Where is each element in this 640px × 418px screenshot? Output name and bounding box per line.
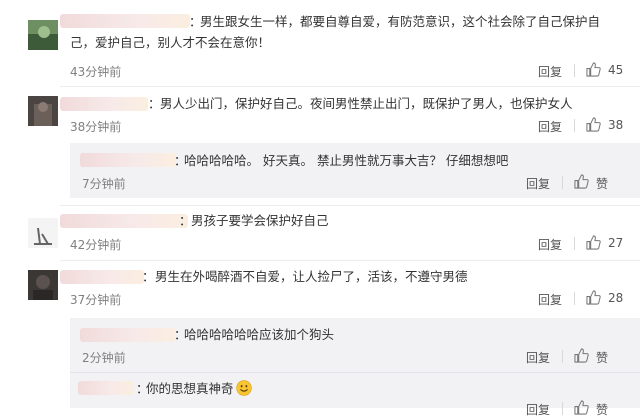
like-count: 27 [608, 236, 624, 250]
divider [60, 205, 640, 206]
comment-time: 37分钟前 [70, 293, 122, 307]
like-label[interactable]: 赞 [596, 175, 608, 192]
reply-text: 哈哈哈哈哈哈应该加个狗头 [184, 327, 335, 342]
separator [562, 176, 563, 189]
thumbs-up-icon[interactable] [574, 174, 589, 189]
reply-button[interactable]: 回复 [538, 63, 562, 80]
comment-text: 男孩子要学会保护好自己 [191, 213, 329, 228]
separator [574, 237, 575, 250]
like-label[interactable]: 赞 [596, 401, 608, 418]
separator [562, 402, 563, 415]
blurred-username[interactable] [60, 97, 148, 111]
blurred-username[interactable] [80, 153, 176, 167]
comment-colon: ： [148, 96, 161, 111]
reply-text: 哈哈哈哈哈。 好天真。 禁止男性就万事大吉？ 仔细想想吧 [184, 153, 509, 168]
like-count: 38 [608, 118, 624, 132]
blurred-username[interactable] [60, 270, 144, 284]
separator [574, 292, 575, 305]
comment-colon: ： [142, 269, 155, 284]
blurred-username[interactable] [80, 328, 175, 342]
separator [562, 350, 563, 363]
reply-button[interactable]: 回复 [526, 401, 550, 418]
user-avatar[interactable] [28, 96, 58, 126]
user-avatar[interactable] [28, 20, 58, 50]
comment-text: 男人少出门，保护好自己。夜间男性禁止出门，既保护了男人，也保护女人 [160, 96, 573, 111]
thumbs-up-icon[interactable] [586, 290, 601, 305]
comment-text: 男生跟女生一样，都要自尊自爱，有防范意识，这个社会除了自己保护自 [200, 14, 601, 29]
like-count: 28 [608, 291, 624, 305]
reply-time: 2分钟前 [82, 351, 126, 365]
user-avatar[interactable] [28, 218, 58, 248]
reply-button[interactable]: 回复 [538, 118, 562, 135]
like-count: 45 [608, 63, 624, 77]
separator [574, 119, 575, 132]
blurred-username[interactable] [78, 381, 134, 395]
blurred-username[interactable] [60, 14, 190, 28]
comment-time: 38分钟前 [70, 120, 122, 134]
reply-time: 7分钟前 [82, 177, 126, 191]
comment-time: 43分钟前 [70, 65, 122, 79]
blurred-username[interactable] [60, 214, 188, 228]
comment-colon: ： [179, 213, 192, 228]
reply-button[interactable]: 回复 [526, 175, 550, 192]
thumbs-up-icon[interactable] [586, 62, 601, 77]
comment-text: 男生在外喝醉酒不自爱，让人捡尸了，活该，不遵守男德 [155, 269, 468, 284]
reply-button[interactable]: 回复 [526, 349, 550, 366]
divider [60, 260, 640, 261]
divider [60, 86, 640, 87]
comment-time: 42分钟前 [70, 238, 122, 252]
user-avatar[interactable] [28, 270, 58, 300]
thumbs-up-icon[interactable] [586, 117, 601, 132]
comment-text-continued: 己，爱护自己，别人才不会在意你！ [70, 35, 271, 50]
thumbs-up-icon[interactable] [574, 348, 589, 363]
reply-block: ： 哈哈哈哈哈哈应该加个狗头 2分钟前 回复 赞 ： 你的思想真神奇 回复 赞 [70, 318, 640, 417]
reply-button[interactable]: 回复 [538, 236, 562, 253]
smile-emoji-icon [236, 380, 252, 396]
separator [574, 64, 575, 77]
thumbs-up-icon[interactable] [586, 235, 601, 250]
divider [70, 372, 640, 373]
reply-block: ： 哈哈哈哈哈。 好天真。 禁止男性就万事大吉？ 仔细想想吧 7分钟前 回复 赞 [70, 143, 640, 198]
like-label[interactable]: 赞 [596, 349, 608, 366]
reply-button[interactable]: 回复 [538, 291, 562, 308]
reply-text: 你的思想真神奇 [146, 381, 234, 396]
